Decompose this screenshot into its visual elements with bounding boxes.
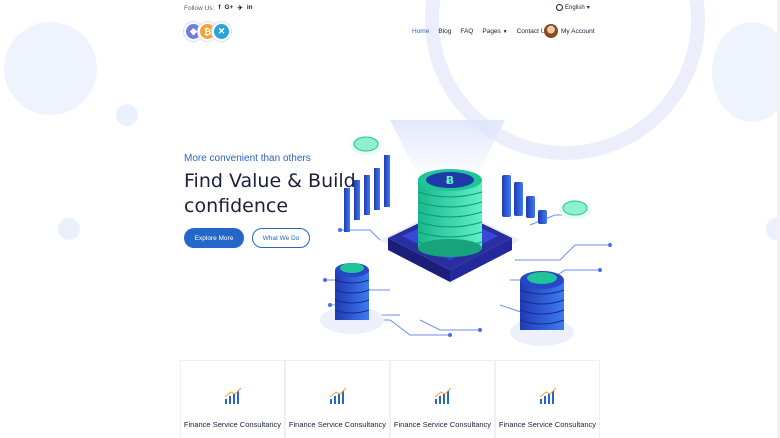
- service-card[interactable]: Finance Service Consultancy: [285, 361, 390, 438]
- nav-item-pages[interactable]: Pages ▼: [482, 28, 507, 35]
- service-card[interactable]: Finance Service Consultancy: [495, 361, 600, 438]
- nav-item-pages-label: Pages: [482, 28, 501, 35]
- service-card[interactable]: Finance Service Consultancy: [390, 361, 495, 438]
- decorative-circle: [4, 22, 97, 115]
- service-title: Finance Service Consultancy: [393, 420, 492, 429]
- caret-down-icon: ▼: [502, 29, 508, 35]
- follow-label: Follow Us:: [184, 4, 215, 12]
- main-nav: Home Blog FAQ Pages ▼ Contact Us: [412, 28, 549, 35]
- follow-us: Follow Us: f G+ ✈ in: [184, 4, 253, 12]
- svg-text:Ƀ: Ƀ: [446, 174, 454, 187]
- growth-chart-icon: [434, 387, 451, 404]
- left-coin-stack: [320, 263, 384, 334]
- facebook-icon[interactable]: f: [218, 4, 220, 12]
- explore-more-button[interactable]: Explore More: [184, 228, 244, 248]
- social-links: f G+ ✈ in: [218, 4, 252, 12]
- right-coin-stack: [510, 271, 574, 346]
- central-coin-stack: Ƀ: [417, 169, 483, 257]
- account-label: My Account: [561, 27, 595, 35]
- hero-eyebrow: More convenient than others: [184, 153, 311, 164]
- growth-chart-icon: [329, 387, 346, 404]
- nav-item-home[interactable]: Home: [412, 28, 429, 35]
- twitter-icon[interactable]: ✈: [237, 4, 242, 12]
- services-row: Finance Service Consultancy Finance Serv…: [180, 360, 600, 438]
- bar-graph-right: [502, 175, 547, 224]
- service-title: Finance Service Consultancy: [183, 420, 282, 429]
- nav-item-faq[interactable]: FAQ: [460, 28, 473, 35]
- service-card[interactable]: Finance Service Consultancy: [180, 361, 285, 438]
- growth-chart-icon: [224, 387, 241, 404]
- bar-graph-left: [344, 155, 390, 232]
- decorative-dot: [58, 218, 80, 240]
- ripple-icon: ✕: [212, 22, 231, 41]
- decorative-dot: [116, 104, 138, 126]
- logo[interactable]: ◆ ₿ ✕: [184, 22, 231, 41]
- linkedin-icon[interactable]: in: [247, 4, 253, 12]
- chevron-down-icon: ▾: [586, 5, 590, 11]
- service-title: Finance Service Consultancy: [288, 420, 387, 429]
- avatar: [544, 24, 558, 38]
- globe-icon: [556, 4, 563, 11]
- floating-coin-right: [559, 200, 591, 219]
- growth-chart-icon: [539, 387, 556, 404]
- google-plus-icon[interactable]: G+: [225, 4, 234, 12]
- my-account-link[interactable]: My Account: [544, 24, 595, 38]
- crypto-mining-illustration: Ƀ: [320, 120, 612, 346]
- service-title: Finance Service Consultancy: [498, 420, 597, 429]
- nav-item-blog[interactable]: Blog: [438, 28, 451, 35]
- language-label: English: [565, 4, 585, 11]
- floating-coin-top: [350, 136, 382, 155]
- language-selector[interactable]: English ▾: [556, 4, 590, 11]
